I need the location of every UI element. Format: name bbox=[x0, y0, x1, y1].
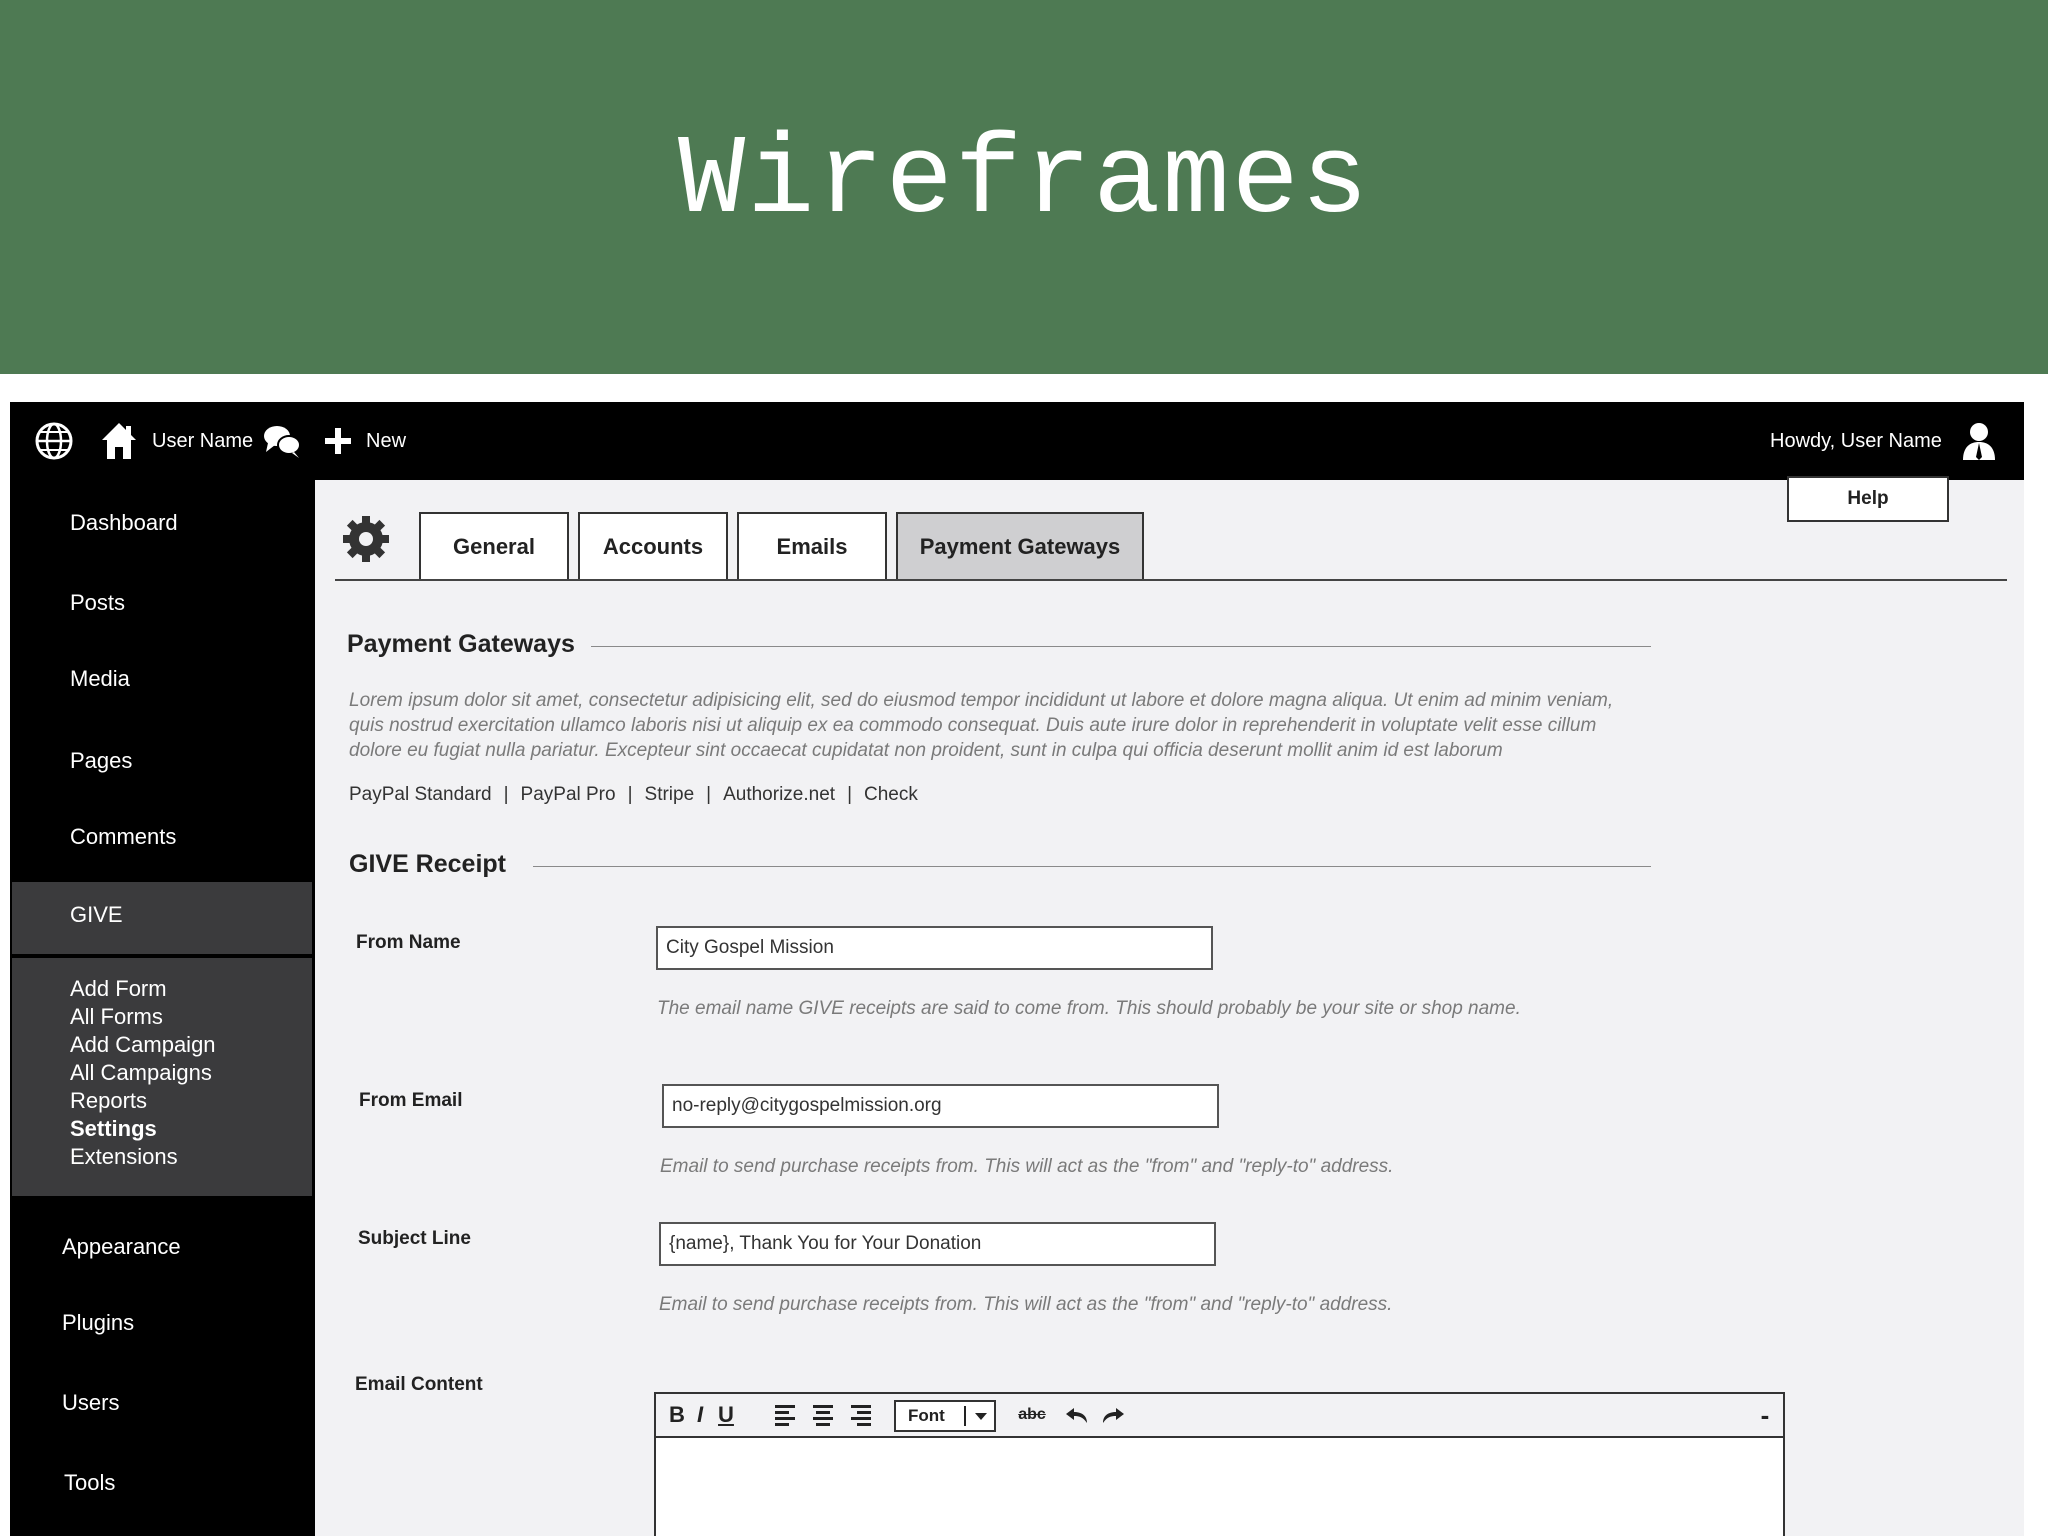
tab-emails[interactable]: Emails bbox=[737, 512, 887, 580]
settings-content: General Accounts Emails Payment Gateways… bbox=[315, 476, 2024, 1536]
from-name-label: From Name bbox=[356, 932, 461, 953]
admin-window: User Name New Howdy, User Name Dashboard… bbox=[10, 402, 2024, 1536]
underline-button[interactable]: U bbox=[714, 1402, 738, 1428]
payment-gateways-description: Lorem ipsum dolor sit amet, consectetur … bbox=[349, 690, 1614, 761]
sidebar-item-pages[interactable]: Pages bbox=[70, 748, 132, 774]
sidebar-item-tools[interactable]: Tools bbox=[64, 1470, 115, 1496]
gateway-link-authorize-net[interactable]: Authorize.net bbox=[723, 784, 835, 806]
tab-general[interactable]: General bbox=[419, 512, 569, 580]
gateway-separator: | bbox=[627, 784, 633, 805]
strikethrough-button[interactable]: abc bbox=[1012, 1402, 1052, 1428]
gateway-link-paypal-standard[interactable]: PayPal Standard bbox=[349, 784, 492, 806]
section-divider bbox=[591, 646, 1651, 647]
sidebar-item-posts[interactable]: Posts bbox=[70, 590, 125, 616]
from-email-hint: Email to send purchase receipts from. Th… bbox=[660, 1156, 1394, 1177]
sidebar-item-comments[interactable]: Comments bbox=[70, 824, 176, 850]
site-user-name: User Name bbox=[152, 429, 254, 452]
sidebar-item-users[interactable]: Users bbox=[62, 1390, 119, 1416]
give-receipt-heading: GIVE Receipt bbox=[349, 850, 506, 878]
bold-button[interactable]: B bbox=[666, 1402, 688, 1428]
subject-line-input[interactable] bbox=[659, 1222, 1216, 1266]
account-menu[interactable]: Howdy, User Name bbox=[1770, 420, 1998, 462]
subject-line-hint: Email to send purchase receipts from. Th… bbox=[659, 1294, 1393, 1315]
title-banner: Wireframes bbox=[0, 0, 2048, 374]
sidebar-item-media[interactable]: Media bbox=[70, 666, 130, 692]
submenu-item-add-form[interactable]: Add Form bbox=[70, 976, 167, 1002]
undo-icon[interactable] bbox=[1064, 1402, 1092, 1428]
align-right-icon[interactable] bbox=[846, 1402, 872, 1428]
from-email-label: From Email bbox=[359, 1090, 463, 1111]
new-content-button[interactable]: New bbox=[322, 420, 406, 462]
sidebar-item-appearance[interactable]: Appearance bbox=[62, 1234, 181, 1260]
gateway-links: PayPal Standard | PayPal Pro | Stripe | … bbox=[349, 784, 918, 806]
site-home-link[interactable]: User Name bbox=[100, 420, 253, 462]
sidebar-give-label: GIVE bbox=[70, 902, 123, 927]
from-name-hint: The email name GIVE receipts are said to… bbox=[657, 998, 1521, 1019]
plus-icon bbox=[322, 425, 354, 457]
submenu-item-all-forms[interactable]: All Forms bbox=[70, 1004, 163, 1030]
banner-title: Wireframes bbox=[677, 118, 1371, 245]
give-submenu: Add Form All Forms Add Campaign All Camp… bbox=[12, 958, 312, 1196]
collapse-toolbar-button[interactable]: - bbox=[1756, 1400, 1774, 1430]
submenu-item-extensions[interactable]: Extensions bbox=[70, 1144, 178, 1170]
admin-top-bar: User Name New Howdy, User Name bbox=[10, 402, 2024, 480]
help-button[interactable]: Help bbox=[1787, 476, 1949, 522]
tab-payment-gateways[interactable]: Payment Gateways bbox=[896, 512, 1144, 580]
settings-gear-icon bbox=[341, 514, 391, 569]
font-dropdown-label: Font bbox=[908, 1406, 945, 1425]
payment-gateways-heading: Payment Gateways bbox=[347, 630, 575, 658]
align-center-icon[interactable] bbox=[810, 1402, 836, 1428]
gateway-separator: | bbox=[503, 784, 509, 805]
chevron-down-icon bbox=[974, 1405, 988, 1432]
sidebar-item-give[interactable]: GIVE bbox=[12, 882, 312, 954]
from-name-input[interactable] bbox=[656, 926, 1213, 970]
submenu-item-all-campaigns[interactable]: All Campaigns bbox=[70, 1060, 212, 1086]
email-content-editor: B I U Font abc - bbox=[654, 1392, 1785, 1536]
sidebar-item-plugins[interactable]: Plugins bbox=[62, 1310, 134, 1336]
section-divider bbox=[533, 866, 1651, 867]
italic-button[interactable]: I bbox=[690, 1402, 710, 1428]
from-email-input[interactable] bbox=[662, 1084, 1219, 1128]
editor-toolbar: B I U Font abc - bbox=[656, 1394, 1783, 1438]
submenu-item-add-campaign[interactable]: Add Campaign bbox=[70, 1032, 216, 1058]
gateway-link-paypal-pro[interactable]: PayPal Pro bbox=[521, 784, 616, 806]
submenu-item-reports[interactable]: Reports bbox=[70, 1088, 147, 1114]
submenu-item-settings[interactable]: Settings bbox=[70, 1116, 157, 1142]
gateway-separator: | bbox=[706, 784, 712, 805]
sidebar-item-dashboard[interactable]: Dashboard bbox=[70, 510, 178, 536]
subject-line-label: Subject Line bbox=[358, 1228, 471, 1249]
gateway-link-check[interactable]: Check bbox=[864, 784, 918, 806]
gateway-link-stripe[interactable]: Stripe bbox=[645, 784, 695, 806]
home-icon bbox=[100, 421, 138, 461]
font-dropdown[interactable]: Font bbox=[894, 1400, 996, 1432]
email-content-label: Email Content bbox=[355, 1374, 483, 1395]
comments-icon[interactable] bbox=[262, 420, 302, 462]
admin-sidebar: Dashboard Posts Media Pages Comments GIV… bbox=[10, 480, 312, 1536]
howdy-text: Howdy, User Name bbox=[1770, 429, 1942, 452]
gateway-separator: | bbox=[847, 784, 852, 805]
user-icon bbox=[1960, 421, 1998, 461]
align-left-icon[interactable] bbox=[774, 1402, 800, 1428]
dropdown-divider bbox=[964, 1406, 966, 1426]
editor-text-area[interactable] bbox=[656, 1438, 1783, 1536]
tab-accounts[interactable]: Accounts bbox=[578, 512, 728, 580]
redo-icon[interactable] bbox=[1098, 1402, 1126, 1428]
globe-icon[interactable] bbox=[34, 420, 74, 462]
new-label: New bbox=[366, 429, 407, 452]
tab-underline bbox=[335, 579, 2007, 581]
